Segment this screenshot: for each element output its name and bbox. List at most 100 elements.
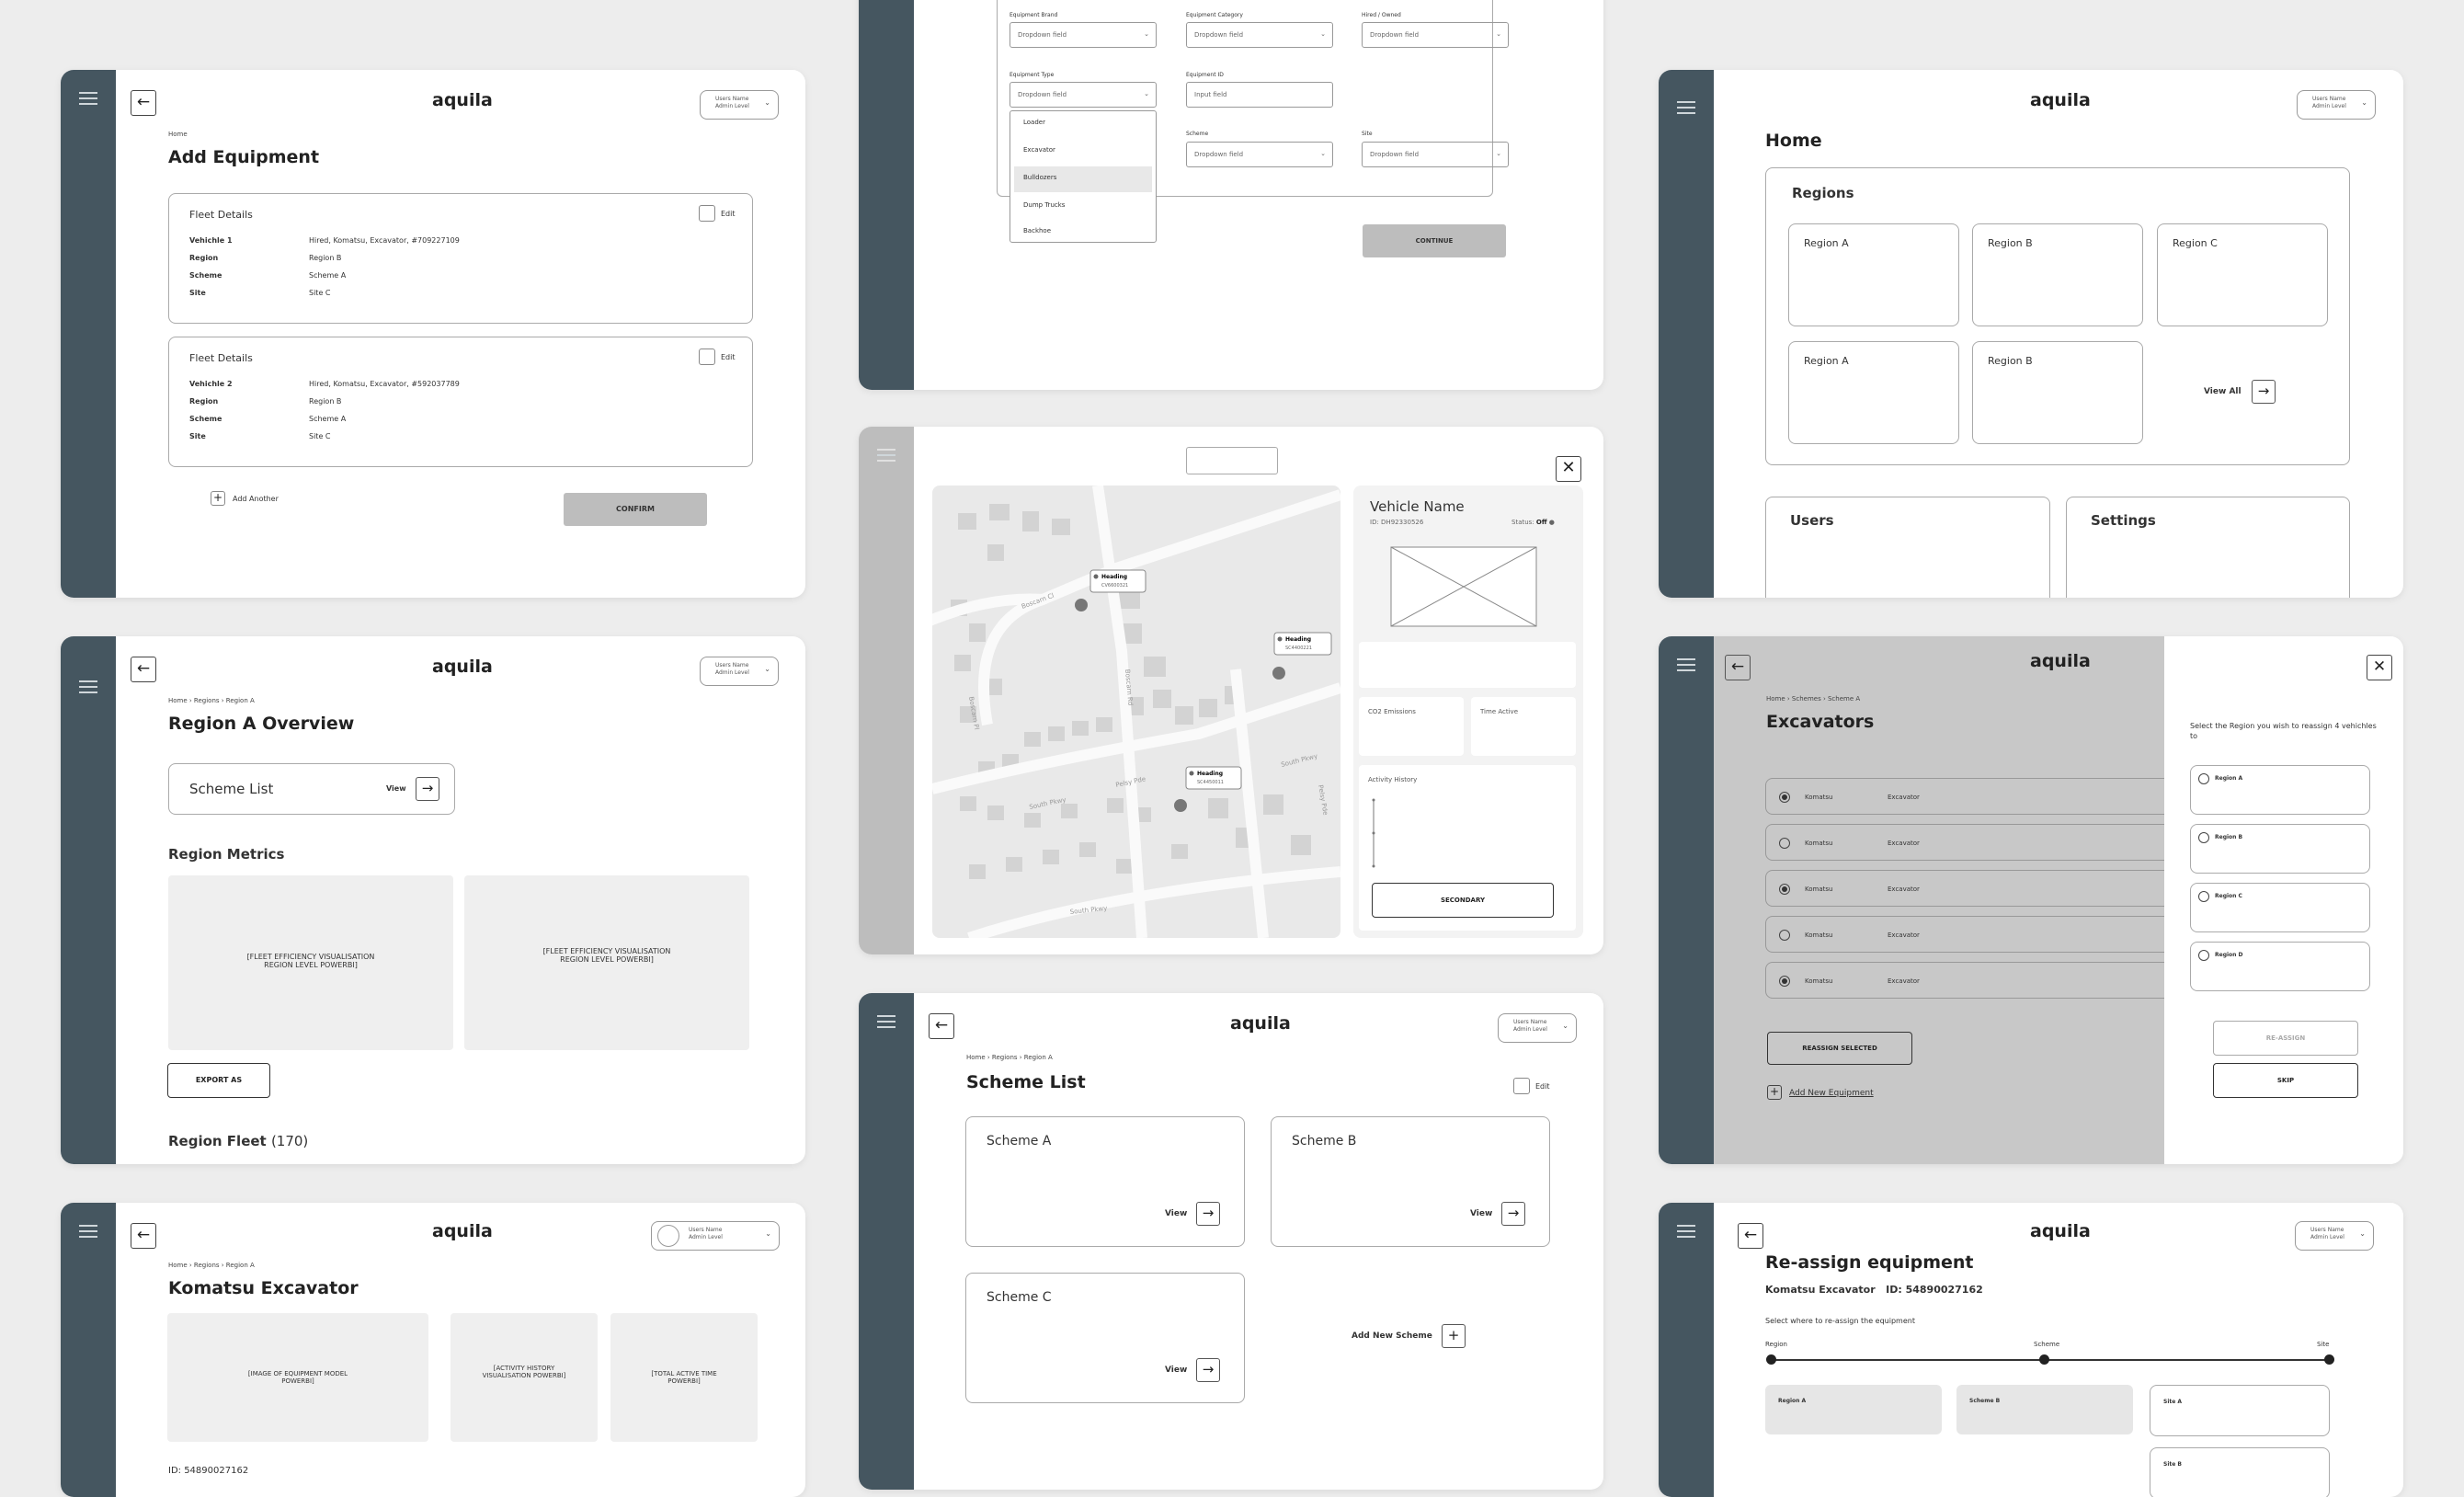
row-radio[interactable] — [1779, 792, 1790, 803]
arrow-right-icon[interactable]: → — [2252, 380, 2276, 404]
reassign-selected-button[interactable]: REASSIGN SELECTED — [1767, 1032, 1912, 1065]
option-bulldozers[interactable]: Bulldozers — [1023, 174, 1056, 181]
menu-icon[interactable] — [79, 92, 97, 105]
region-tile[interactable]: Region C — [2157, 223, 2328, 326]
region-radio[interactable] — [2198, 773, 2209, 784]
arrow-right-icon[interactable]: → — [1196, 1358, 1220, 1382]
breadcrumb[interactable]: Home — [168, 131, 188, 138]
back-button[interactable]: ← — [1738, 1223, 1763, 1249]
region-option[interactable]: Region A — [2190, 765, 2370, 815]
scheme-option[interactable]: Scheme B — [1956, 1385, 2133, 1434]
scheme-card[interactable]: Scheme A View → — [965, 1116, 1245, 1247]
add-new-scheme-link[interactable]: Add New Scheme — [1352, 1331, 1432, 1341]
equipment-brand-dropdown[interactable]: Dropdown field ⌄ — [1010, 22, 1157, 48]
region-radio[interactable] — [2198, 950, 2209, 961]
back-button[interactable]: ← — [131, 657, 156, 682]
row-radio[interactable] — [1779, 976, 1790, 987]
scheme-list-link[interactable]: Scheme List View → — [168, 763, 455, 815]
map[interactable]: Boscarn Cl Boscarn Rd Boscarn Pl Pelsy P… — [932, 486, 1340, 938]
step-dot[interactable] — [2324, 1354, 2334, 1365]
back-button[interactable]: ← — [131, 1223, 156, 1249]
row-radio[interactable] — [1779, 930, 1790, 941]
scheme-dropdown[interactable]: Dropdown field ⌄ — [1186, 142, 1333, 167]
scheme-card[interactable]: Scheme B View → — [1271, 1116, 1550, 1247]
menu-icon[interactable] — [877, 449, 895, 462]
row-radio[interactable] — [1779, 838, 1790, 849]
close-icon[interactable]: ✕ — [1556, 456, 1581, 482]
site-option[interactable]: Site A — [2150, 1385, 2330, 1436]
table-row[interactable]: Komatsu Excavator — [1765, 962, 2179, 999]
add-another-link[interactable]: Add Another — [233, 495, 279, 503]
region-option[interactable]: Region B — [2190, 824, 2370, 874]
table-row[interactable]: Komatsu Excavator — [1765, 870, 2179, 907]
region-option[interactable]: Region A — [1765, 1385, 1942, 1434]
region-radio[interactable] — [2198, 891, 2209, 902]
user-menu[interactable]: Users Name Admin Level ⌄ — [2297, 90, 2376, 120]
back-button[interactable]: ← — [1725, 655, 1751, 680]
vehicle-pin[interactable] — [1272, 667, 1285, 680]
confirm-button[interactable]: CONFIRM — [564, 493, 707, 526]
edit-checkbox[interactable] — [699, 205, 715, 222]
add-icon[interactable]: + — [211, 491, 225, 506]
table-row[interactable]: Komatsu Excavator — [1765, 824, 2179, 861]
table-row[interactable]: Komatsu Excavator — [1765, 916, 2179, 953]
reassign-button[interactable]: RE-ASSIGN — [2213, 1021, 2358, 1056]
settings-panel[interactable]: Settings — [2066, 497, 2350, 598]
user-menu[interactable]: Users Name Admin Level ⌄ — [700, 657, 779, 686]
region-fleet-title: Region Fleet (170) — [168, 1133, 309, 1149]
region-tile[interactable]: Region B — [1972, 223, 2143, 326]
menu-icon[interactable] — [79, 1225, 97, 1238]
step-dot[interactable] — [2039, 1354, 2049, 1365]
export-button[interactable]: EXPORT AS — [167, 1063, 270, 1098]
edit-checkbox[interactable] — [1513, 1078, 1530, 1094]
equipment-type-dropdown[interactable]: Dropdown field ⌄ — [1010, 82, 1157, 108]
vehicle-pin[interactable] — [1075, 599, 1088, 611]
arrow-right-icon[interactable]: → — [1196, 1202, 1220, 1226]
back-button[interactable]: ← — [131, 90, 156, 116]
view-all-link[interactable]: View All — [2204, 387, 2242, 396]
step-dot[interactable] — [1766, 1354, 1776, 1365]
region-tile[interactable]: Region A — [1788, 341, 1959, 444]
site-option[interactable]: Site B — [2150, 1447, 2330, 1497]
menu-icon[interactable] — [1677, 1225, 1695, 1238]
menu-icon[interactable] — [877, 1015, 895, 1028]
add-icon[interactable]: + — [1442, 1324, 1466, 1348]
region-radio[interactable] — [2198, 832, 2209, 843]
region-tile[interactable]: Region B — [1972, 341, 2143, 444]
scheme-card[interactable]: Scheme C View → — [965, 1273, 1245, 1403]
add-icon[interactable]: + — [1767, 1085, 1782, 1100]
skip-button[interactable]: SKIP — [2213, 1063, 2358, 1098]
menu-icon[interactable] — [1677, 101, 1695, 114]
arrow-right-icon[interactable]: → — [1501, 1202, 1525, 1226]
region-tile[interactable]: Region A — [1788, 223, 1959, 326]
equipment-category-dropdown[interactable]: Dropdown field ⌄ — [1186, 22, 1333, 48]
option-backhoe[interactable]: Backhoe — [1023, 227, 1051, 234]
co2-emissions-box: CO2 Emissions — [1359, 697, 1464, 756]
option-loader[interactable]: Loader — [1023, 119, 1045, 126]
region-option[interactable]: Region D — [2190, 942, 2370, 991]
search-field[interactable] — [1186, 447, 1278, 474]
menu-icon[interactable] — [79, 680, 97, 693]
equipment-id-input[interactable]: Input field — [1186, 82, 1333, 108]
row-radio[interactable] — [1779, 884, 1790, 895]
continue-button[interactable]: CONTINUE — [1363, 224, 1506, 257]
users-panel[interactable]: Users — [1765, 497, 2050, 598]
add-new-equipment-link[interactable]: Add New Equipment — [1789, 1089, 1874, 1098]
close-icon[interactable]: ✕ — [2367, 655, 2392, 680]
option-dump-trucks[interactable]: Dump Trucks — [1023, 201, 1065, 209]
hired-owned-dropdown[interactable]: Dropdown field ⌄ — [1362, 22, 1509, 48]
site-dropdown[interactable]: Dropdown field ⌄ — [1362, 142, 1509, 167]
secondary-button[interactable]: SECONDARY — [1372, 883, 1554, 918]
menu-icon[interactable] — [1677, 658, 1695, 671]
table-row[interactable]: Komatsu Excavator — [1765, 778, 2179, 815]
vehicle-pin[interactable] — [1174, 799, 1187, 812]
region-option[interactable]: Region C — [2190, 883, 2370, 932]
edit-checkbox[interactable] — [699, 349, 715, 365]
arrow-right-icon[interactable]: → — [416, 777, 439, 801]
user-menu[interactable]: Users Name Admin Level ⌄ — [2295, 1221, 2374, 1251]
user-menu[interactable]: Users Name Admin Level ⌄ — [700, 90, 779, 120]
user-menu[interactable]: Users Name Admin Level ⌄ — [1498, 1013, 1577, 1043]
option-excavator[interactable]: Excavator — [1023, 146, 1055, 154]
back-button[interactable]: ← — [929, 1013, 954, 1039]
user-menu[interactable]: Users Name Admin Level ⌄ — [651, 1221, 780, 1251]
